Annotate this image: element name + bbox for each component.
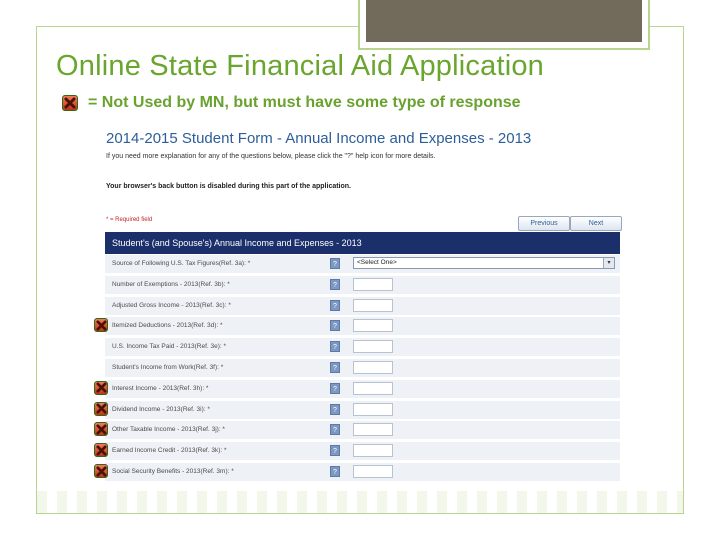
form-row-label: Interest Income - 2013(Ref. 3h): * [112,384,209,392]
form-row-label: Itemized Deductions - 2013(Ref. 3d): * [112,322,223,330]
help-icon[interactable]: ? [330,341,340,353]
x-mark-icon [62,95,78,111]
form-row: Interest Income - 2013(Ref. 3h): *? [94,379,620,399]
help-icon[interactable]: ? [330,362,340,373]
decorative-top-block-fill [366,0,642,42]
amount-input[interactable] [353,319,393,333]
back-button-notice: Your browser's back button is disabled d… [106,183,352,190]
amount-input[interactable] [353,298,393,312]
form-row: Other Taxable Income - 2013(Ref. 3j): *? [94,421,620,441]
amount-input[interactable] [353,402,393,416]
help-icon[interactable]: ? [330,424,340,436]
form-row: Source of Following U.S. Tax Figures(Ref… [105,255,620,274]
form-row-label: Social Security Benefits - 2013(Ref. 3m)… [112,468,234,475]
x-mark-icon [94,443,108,458]
help-icon[interactable]: ? [330,382,340,394]
form-title: 2014-2015 Student Form - Annual Income a… [106,130,532,147]
form-row-label: Earned Income Credit - 2013(Ref. 3k): * [112,447,227,455]
form-screenshot: 2014-2015 Student Form - Annual Income a… [94,128,622,488]
amount-input[interactable] [353,340,393,354]
legend: = Not Used by MN, but must have some typ… [62,94,521,112]
help-icon[interactable]: ? [330,445,340,457]
amount-input[interactable] [353,444,393,458]
decorative-stripes [37,491,683,513]
required-field-note: * = Required field [106,217,153,223]
select-value: <Select One> [357,259,397,266]
amount-input[interactable] [353,277,393,291]
form-row-label: Dividend Income - 2013(Ref. 3i): * [112,405,210,413]
x-mark-icon [94,380,108,395]
help-icon[interactable]: ? [330,258,340,269]
help-icon[interactable]: ? [330,466,340,477]
form-row-label: Adjusted Gross Income - 2013(Ref. 3c): * [112,301,231,309]
amount-input[interactable] [353,465,393,478]
x-mark-icon [94,464,108,478]
help-icon[interactable]: ? [330,320,340,332]
help-icon[interactable]: ? [330,299,340,311]
section-header: Student's (and Spouse's) Annual Income a… [105,232,620,254]
form-row-label: Student's Income from Work(Ref. 3f): * [112,364,224,371]
amount-input[interactable] [353,423,393,437]
x-mark-icon [94,422,108,437]
form-row: Itemized Deductions - 2013(Ref. 3d): *? [94,317,620,337]
chevron-down-icon[interactable]: ▾ [603,258,614,268]
x-mark-icon [94,318,108,333]
form-row: Earned Income Credit - 2013(Ref. 3k): *? [94,442,620,462]
tax-source-select[interactable]: <Select One> ▾ [353,257,615,269]
form-row-label: Other Taxable Income - 2013(Ref. 3j): * [112,426,225,434]
amount-input[interactable] [353,381,393,395]
legend-text: = Not Used by MN, but must have some typ… [88,94,521,111]
form-row: Dividend Income - 2013(Ref. 3i): *? [94,400,620,420]
decorative-top-block [358,0,650,50]
next-button[interactable]: Next [570,216,622,231]
slide-title: Online State Financial Aid Application [56,50,545,82]
form-row: Social Security Benefits - 2013(Ref. 3m)… [94,463,620,482]
help-icon[interactable]: ? [330,278,340,290]
form-row-label: Source of Following U.S. Tax Figures(Ref… [112,260,251,267]
x-mark-icon [94,401,108,416]
form-row-label: Number of Exemptions - 2013(Ref. 3b): * [112,280,230,288]
help-icon[interactable]: ? [330,403,340,415]
previous-button[interactable]: Previous [518,216,570,231]
form-row-label: U.S. Income Tax Paid - 2013(Ref. 3e): * [112,343,227,351]
form-help-text: If you need more explanation for any of … [106,153,436,160]
form-row: Student's Income from Work(Ref. 3f): *? [105,359,620,378]
form-row: Adjusted Gross Income - 2013(Ref. 3c): *… [105,296,620,316]
amount-input[interactable] [353,361,393,374]
form-row: U.S. Income Tax Paid - 2013(Ref. 3e): *? [105,338,620,358]
form-row: Number of Exemptions - 2013(Ref. 3b): *? [105,275,620,295]
